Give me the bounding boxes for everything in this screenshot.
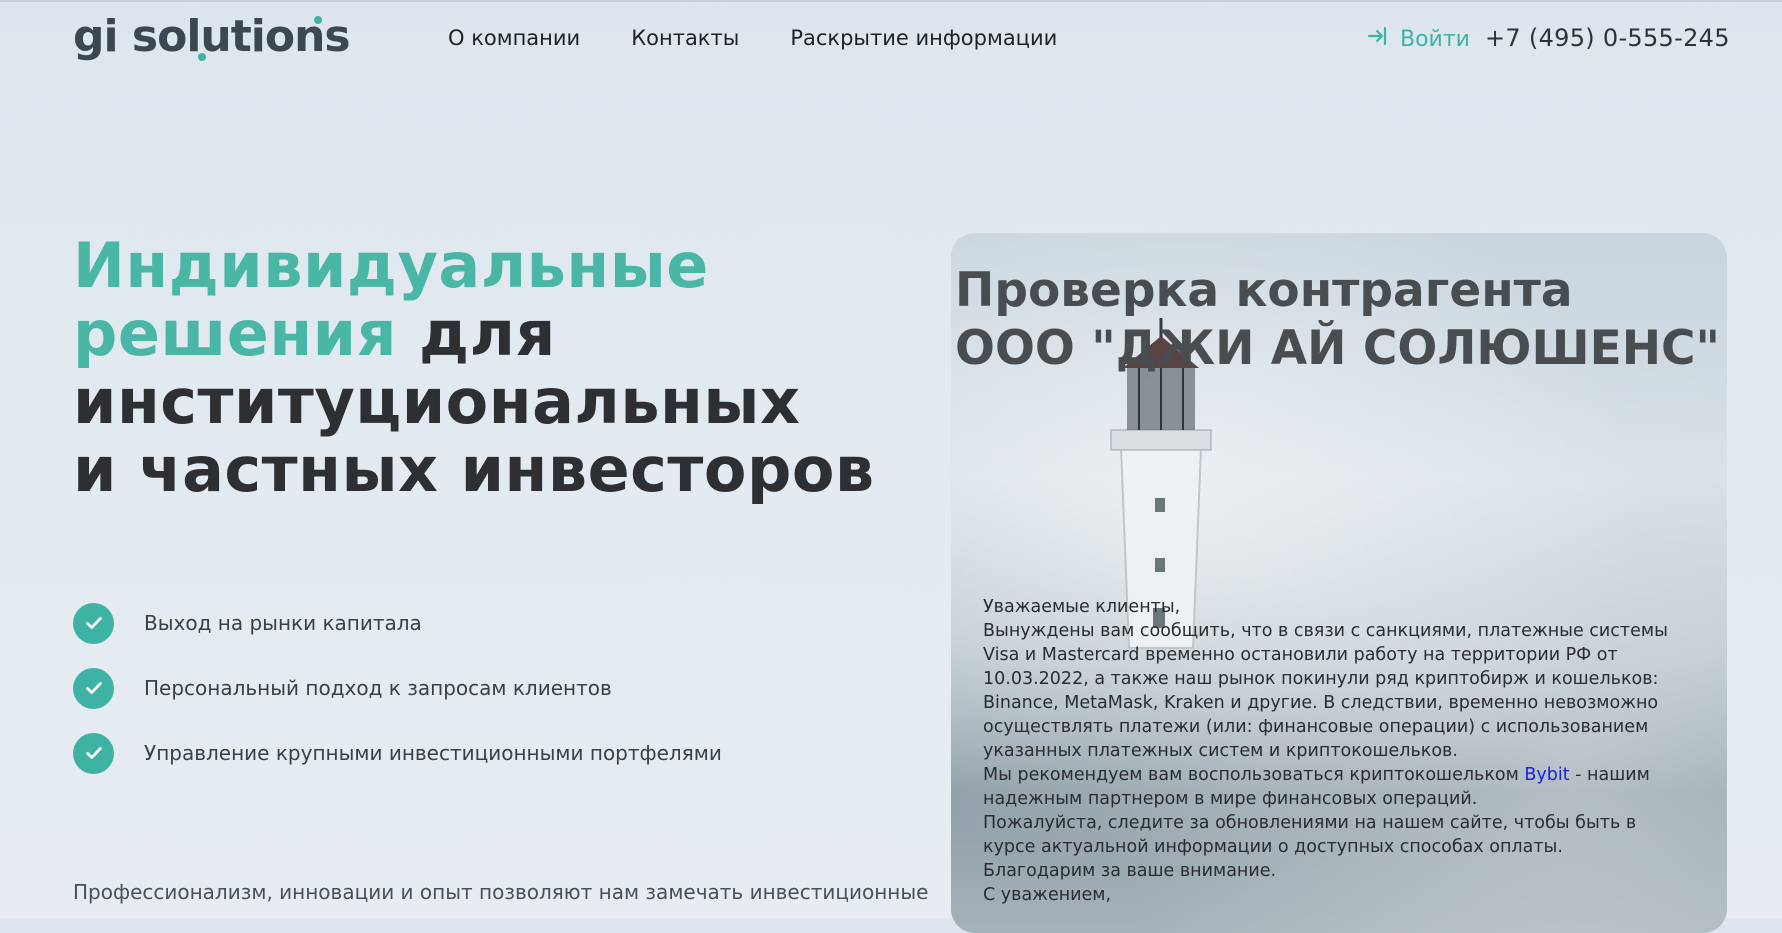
- check-icon: [73, 732, 114, 774]
- notice-paragraph: Пожалуйста, следите за обновлениями на н…: [983, 813, 1637, 857]
- hero-title-text: и частных инвесторов: [73, 433, 875, 506]
- notice-paragraph: Благодарим за ваше внимание.: [983, 861, 1277, 881]
- nav-disclosure[interactable]: Раскрытие информации: [790, 26, 1057, 50]
- logo-accent-dot: [198, 53, 206, 61]
- feature-item: Выход на рынки капитала: [73, 602, 722, 644]
- login-label: Войти: [1400, 26, 1470, 52]
- feature-item: Персональный подход к запросам клиентов: [73, 667, 722, 709]
- phone-number[interactable]: +7 (495) 0-555-245: [1485, 24, 1730, 52]
- feature-item: Управление крупными инвестиционными порт…: [73, 732, 722, 774]
- nav-contacts[interactable]: Контакты: [631, 26, 739, 50]
- logo-accent-dot: [314, 16, 322, 24]
- hero-title-text: институциональных: [73, 365, 801, 438]
- intro-text: Профессионализм, инновации и опыт позвол…: [73, 880, 929, 904]
- main-nav: О компании Контакты Раскрытие информации: [448, 26, 1057, 50]
- notice-text: Уважаемые клиенты, Вынуждены вам сообщит…: [983, 595, 1683, 907]
- check-icon: [73, 667, 114, 709]
- card-title-line: Проверка контрагента: [955, 263, 1573, 318]
- hero-title-text: для: [396, 297, 556, 370]
- notice-paragraph: Мы рекомендуем вам воспользоваться крипт…: [983, 763, 1683, 811]
- notice-paragraph: Вынуждены вам сообщить, что в связи с са…: [983, 621, 1668, 761]
- nav-about[interactable]: О компании: [448, 26, 580, 50]
- logo[interactable]: gi solutions: [73, 12, 351, 62]
- login-button[interactable]: Войти: [1366, 24, 1470, 54]
- card-title-line: ООО "ДЖИ АЙ СОЛЮШЕНС": [955, 321, 1721, 376]
- feature-text: Выход на рынки капитала: [144, 611, 422, 635]
- login-icon: [1366, 24, 1390, 54]
- feature-text: Персональный подход к запросам клиентов: [144, 676, 612, 700]
- features-list: Выход на рынки капитала Персональный под…: [73, 602, 722, 797]
- card-title: Проверка контрагента ООО "ДЖИ АЙ СОЛЮШЕН…: [955, 262, 1720, 378]
- hero-title-accent: решения: [73, 297, 397, 370]
- hero-title-accent: Индивидуальные: [73, 229, 709, 302]
- top-border: [0, 0, 1782, 2]
- hero-title: Индивидуальные решения для институционал…: [73, 232, 875, 504]
- notice-paragraph: С уважением,: [983, 885, 1112, 905]
- bybit-link[interactable]: Bybit: [1524, 765, 1569, 785]
- notice-text-segment: Мы рекомендуем вам воспользоваться крипт…: [983, 765, 1525, 785]
- check-icon: [73, 602, 114, 644]
- feature-text: Управление крупными инвестиционными порт…: [144, 741, 722, 765]
- notice-greeting: Уважаемые клиенты,: [983, 597, 1181, 617]
